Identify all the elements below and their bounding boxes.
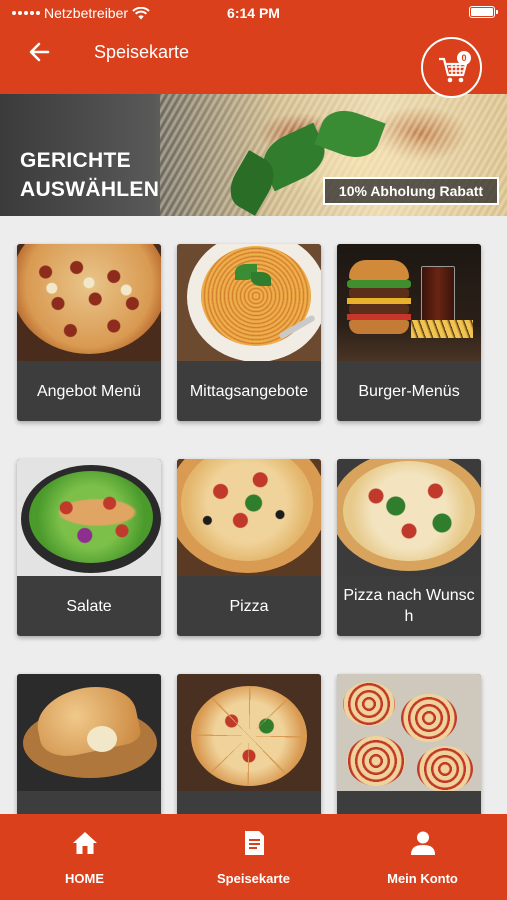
bottom-navigation: HOME Speisekarte Mein Konto [0,814,507,900]
category-label: Pizza [229,597,269,615]
category-label: Pizza nach Wunsch [343,587,475,625]
nav-mein-konto-label: Mein Konto [387,871,458,886]
burger-menu-image [337,244,481,361]
category-card-pizza[interactable]: Pizza [177,459,321,636]
calzone-image [17,674,161,791]
hero-banner: GERICHTE AUSWÄHLEN 10% Abholung Rabatt [0,94,507,216]
category-label: Burger-Menüs [358,382,460,400]
pizza-rolls-image [337,674,481,791]
nav-speisekarte[interactable]: Speisekarte [169,814,338,900]
category-label: Salate [66,597,112,615]
category-card-pizzabroetchen[interactable] [337,674,481,814]
category-label [17,791,161,814]
spaghetti-plate-image [177,244,321,361]
user-icon [410,831,435,855]
category-card-calzone[interactable] [17,674,161,814]
nav-home[interactable]: HOME [0,814,169,900]
arrow-left-icon [29,42,50,62]
pizza-image [177,459,321,576]
hero-title-line2: AUSWÄHLEN [20,178,160,201]
category-card-mittagsangebote[interactable]: Mittagsangebote [177,244,321,421]
page-title: Speisekarte [94,42,190,62]
custom-pizza-image [337,459,481,576]
nav-home-label: HOME [65,871,104,886]
status-time: 6:14 PM [227,5,280,21]
category-label: Mittagsangebote [189,382,309,400]
salad-image [17,459,161,576]
category-card-party-pizza[interactable] [177,674,321,814]
back-button[interactable] [26,38,54,66]
home-icon [72,832,97,854]
category-label: Angebot Menü [36,382,142,400]
hero-title: GERICHTE AUSWÄHLEN [20,146,159,204]
category-label [337,791,481,814]
category-card-angebot-menu[interactable]: Angebot Menü [17,244,161,421]
sliced-pizza-image [177,674,321,791]
category-label [177,791,321,814]
battery-icon [469,6,498,18]
cart-button[interactable]: 0 [421,37,482,98]
menu-document-icon [244,831,264,855]
category-card-salate[interactable]: Salate [17,459,161,636]
category-grid: Angebot Menü Mittagsangebote Burger-Menü… [0,216,507,814]
category-card-pizza-nach-wunsch[interactable]: Pizza nach Wunsch [337,459,481,636]
pickup-discount-badge[interactable]: 10% Abholung Rabatt [323,177,499,205]
pizza-salami-image [17,244,161,361]
category-card-burger-menus[interactable]: Burger-Menüs [337,244,481,421]
hero-title-line1: GERICHTE [20,149,131,172]
nav-mein-konto[interactable]: Mein Konto [338,814,507,900]
status-bar: Netzbetreiber 6:14 PM [0,0,507,26]
cart-count-badge: 0 [457,51,471,65]
nav-speisekarte-label: Speisekarte [217,871,290,886]
